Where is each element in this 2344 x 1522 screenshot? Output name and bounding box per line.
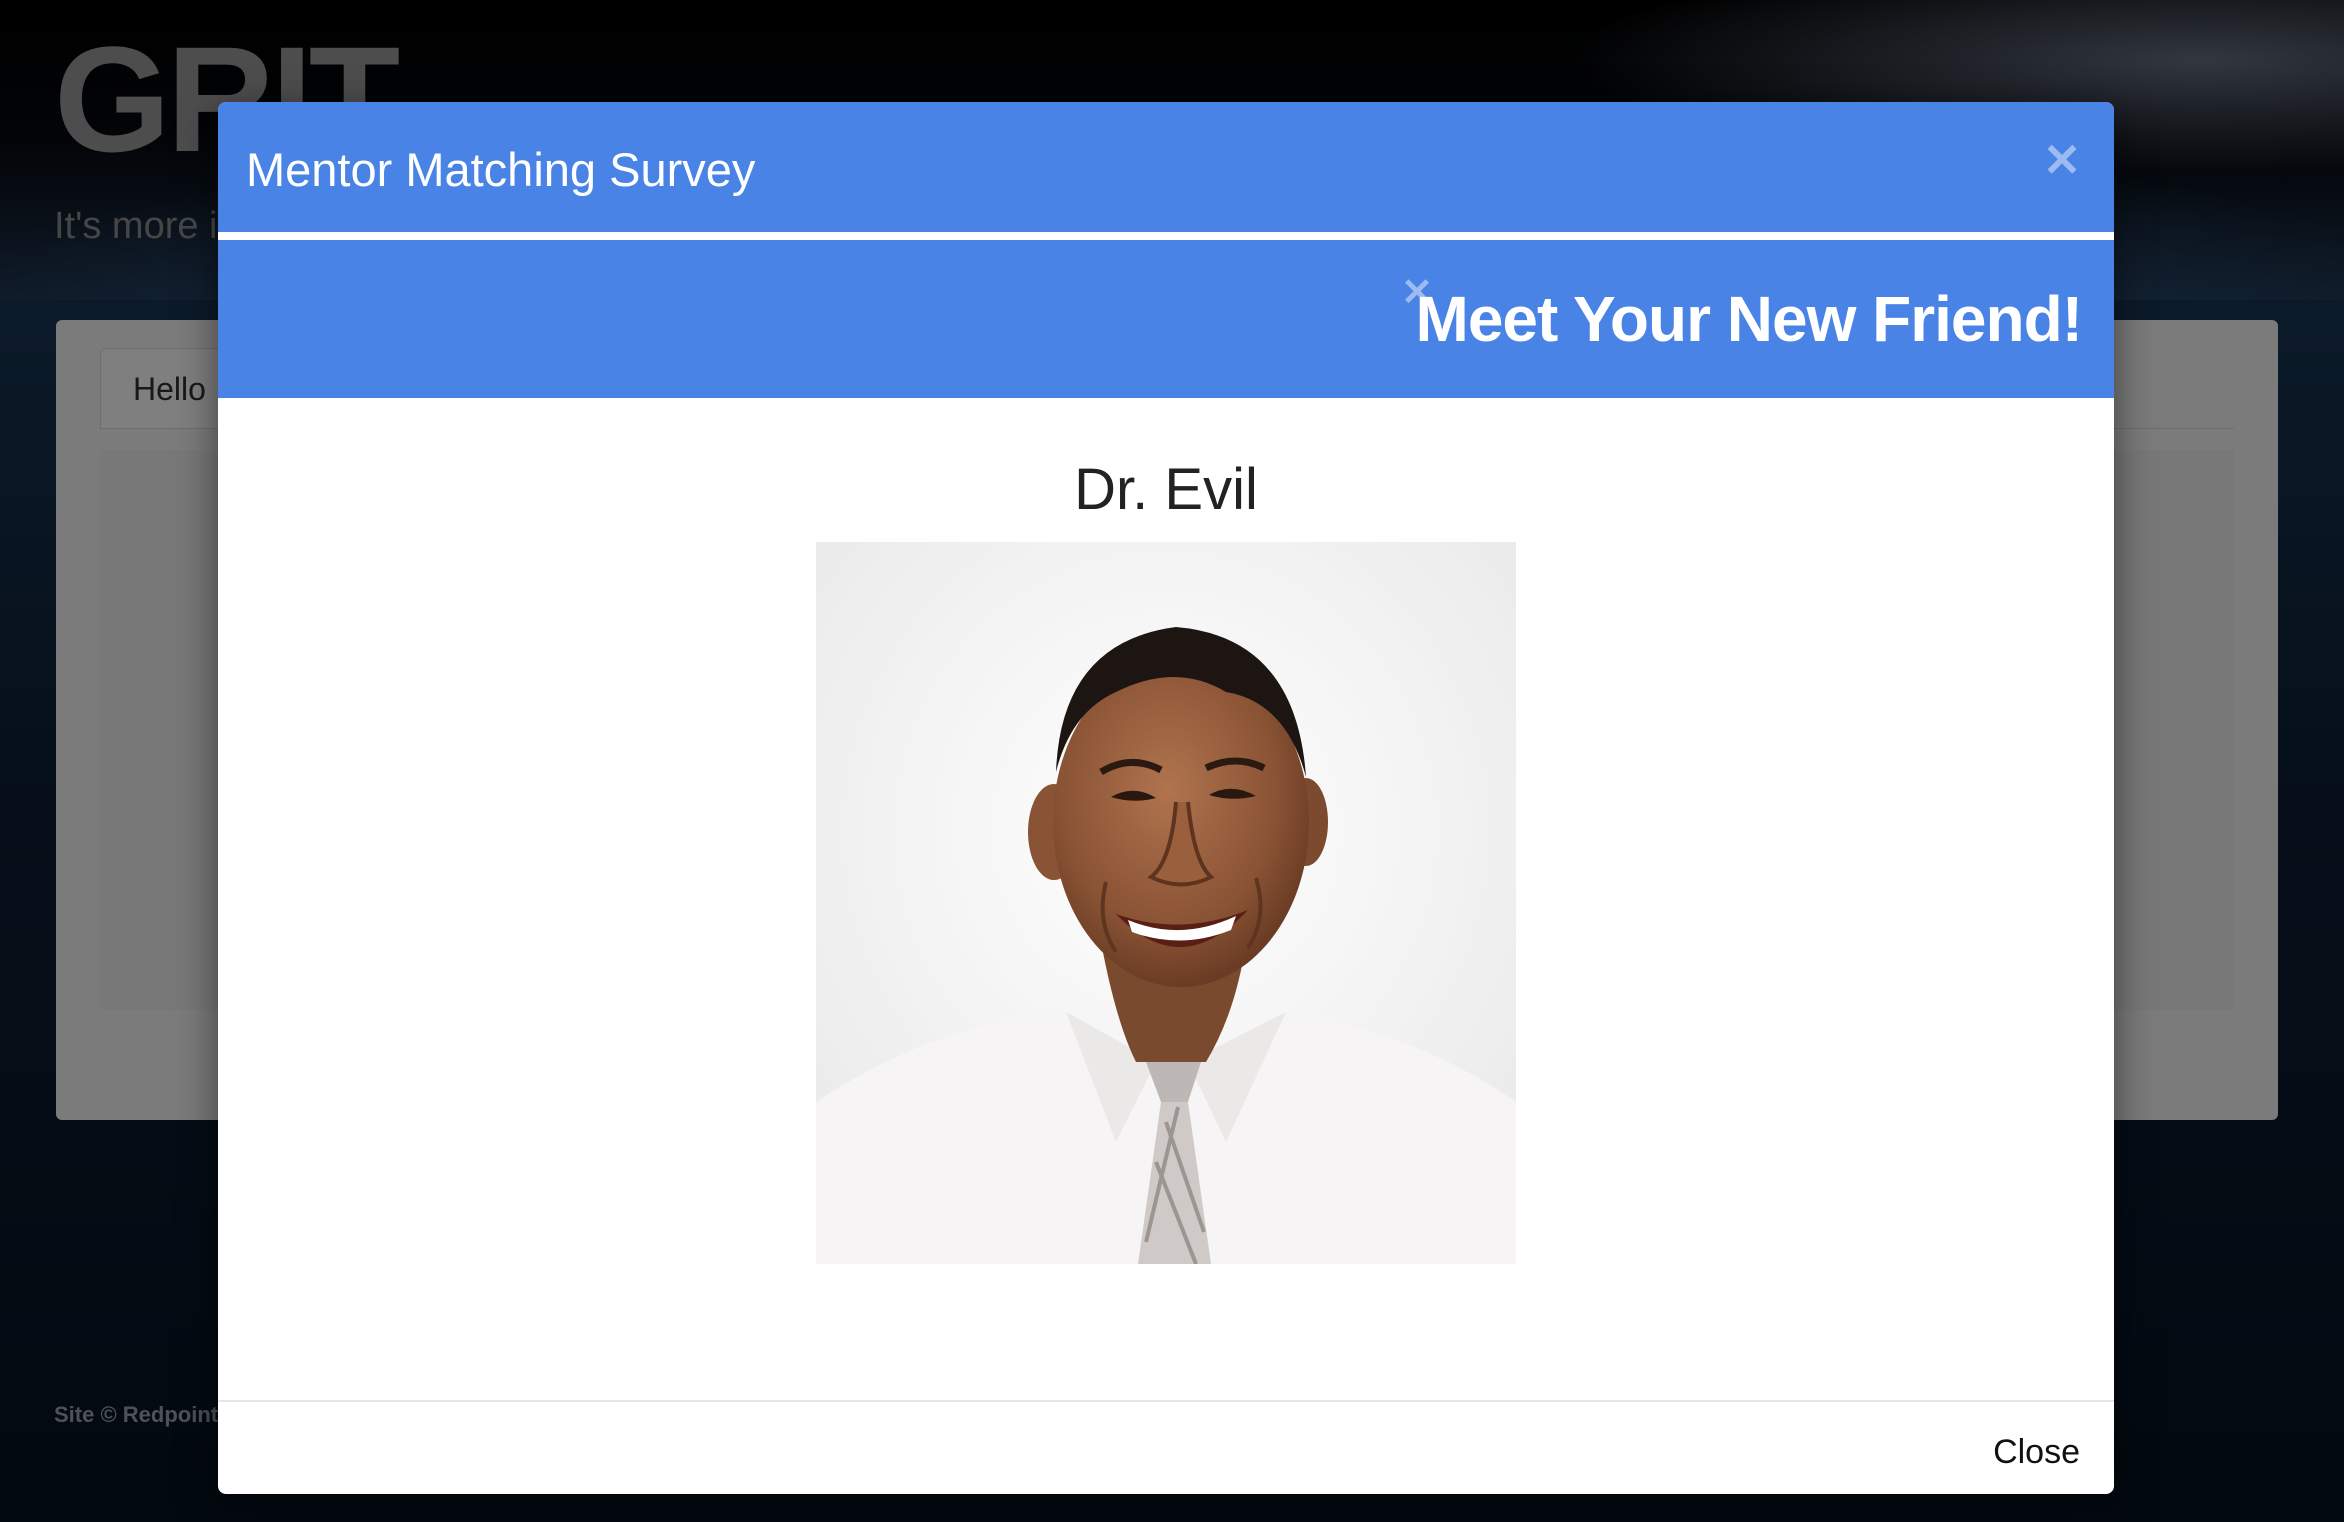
inner-dialog-header: ✕ Meet Your New Friend! [218, 240, 2114, 398]
portrait-image [816, 542, 1516, 1264]
header-divider [218, 232, 2114, 238]
close-button[interactable]: Close [1993, 1424, 2080, 1480]
friend-photo [816, 542, 1516, 1264]
modal-footer-divider [218, 1400, 2114, 1402]
friend-name: Dr. Evil [1074, 457, 1258, 522]
close-icon[interactable]: ✕ [2040, 137, 2084, 183]
modal-header: Mentor Matching Survey ✕ [218, 102, 2114, 232]
inner-dialog-title: Meet Your New Friend! [1415, 283, 2083, 355]
mentor-matching-modal: Mentor Matching Survey ✕ ✕ Meet Your New… [218, 102, 2114, 1494]
modal-title: Mentor Matching Survey [246, 143, 756, 196]
